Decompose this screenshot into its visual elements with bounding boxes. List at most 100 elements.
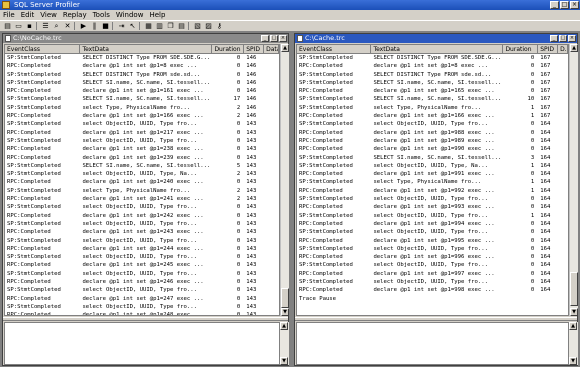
table-row[interactable]: SP:StmtCompleted select Type, PhysicalNam… <box>297 104 568 112</box>
table-row[interactable]: SP:StmtCompleted select ObjectID, UUID, T… <box>5 270 279 278</box>
tile-icon[interactable]: ▥ <box>155 22 164 30</box>
table-row[interactable]: RPC:Completed declare @p1 int set @p1=243… <box>5 228 279 236</box>
maximize-button[interactable]: □ <box>560 1 569 9</box>
table-row[interactable]: RPC:Completed declare @p1 int set @p1=166… <box>297 112 568 120</box>
table-row[interactable]: RPC:Completed declare @p1 int set @p1=239… <box>5 154 279 162</box>
properties-icon[interactable]: ☰ <box>41 22 50 30</box>
columns-icon[interactable]: ▤ <box>177 22 186 30</box>
open-icon[interactable]: ▭ <box>14 22 23 30</box>
table-row[interactable]: SP:StmtCompleted select Type, PhysicalNam… <box>5 104 279 112</box>
trace-window-nocache[interactable]: C:\NoCache.trc _ □ × EventClass TextData… <box>2 33 289 366</box>
grid-vertical-scrollbar[interactable]: ▲ ▼ <box>569 44 578 316</box>
minimize-button[interactable]: _ <box>550 1 559 9</box>
table-row[interactable]: RPC:Completed declare @p1 int set @p1=238… <box>5 145 279 153</box>
table-row[interactable]: SP:StmtCompleted SELECT SI.name, SC.name,… <box>297 79 568 87</box>
scroll-down-arrow-icon[interactable]: ▼ <box>569 357 577 365</box>
table-row[interactable]: SP:StmtCompleted SELECT SI.name, SC.name,… <box>297 95 568 103</box>
cursor-icon[interactable]: ↖ <box>128 22 137 30</box>
step-icon[interactable]: ⇥ <box>117 22 126 30</box>
table-row[interactable]: RPC:Completed declare @p1 int set @p1=993… <box>297 203 568 211</box>
window-close-button[interactable]: × <box>279 35 287 42</box>
new-trace-icon[interactable]: ▤ <box>3 22 12 30</box>
table-row[interactable]: RPC:Completed declare @p1 int set @p1=244… <box>5 245 279 253</box>
menu-replay[interactable]: Replay <box>63 10 87 20</box>
clear-icon[interactable]: ✕ <box>63 22 72 30</box>
table-row[interactable]: RPC:Completed declare @p1 int set @p1=246… <box>5 278 279 286</box>
menu-tools[interactable]: Tools <box>93 10 110 20</box>
table-row[interactable]: SP:StmtCompleted select ObjectID, UUID, T… <box>297 228 568 236</box>
column-header-spid[interactable]: SPID <box>244 45 265 53</box>
pane-splitter[interactable] <box>295 317 577 321</box>
table-row[interactable]: SP:StmtCompleted select ObjectID, UUID, T… <box>5 237 279 245</box>
table-row[interactable]: SP:StmtCompleted select ObjectID, UUID, T… <box>297 261 568 269</box>
scroll-down-arrow-icon[interactable]: ▼ <box>281 308 289 316</box>
table-row[interactable]: SP:StmtCompleted select Type, PhysicalNam… <box>5 187 279 195</box>
table-row[interactable]: RPC:Completed declare @p1 int set @p1=992… <box>297 187 568 195</box>
table-row[interactable]: SP:StmtCompleted select Type, PhysicalNam… <box>297 178 568 186</box>
window-minimize-button[interactable]: _ <box>550 35 558 42</box>
scroll-thumb[interactable] <box>570 272 578 306</box>
table-row[interactable]: RPC:Completed declare @p1 int set @p1=989… <box>297 137 568 145</box>
column-header-duration[interactable]: Duration <box>212 45 245 53</box>
scroll-up-arrow-icon[interactable]: ▲ <box>569 322 577 330</box>
column-header-spid[interactable]: SPID <box>538 45 559 53</box>
column-header-eventclass[interactable]: EventClass <box>297 45 372 53</box>
table-row[interactable]: RPC:Completed declare @p1 int set @p1=217… <box>5 129 279 137</box>
table-row[interactable]: SP:StmtCompleted select ObjectID, UUID, T… <box>5 170 279 178</box>
scroll-down-arrow-icon[interactable]: ▼ <box>280 357 288 365</box>
table-row[interactable]: RPC:Completed declare @p1 int set @p1=241… <box>5 195 279 203</box>
pane-icon[interactable]: ▦ <box>144 22 153 30</box>
window-maximize-button[interactable]: □ <box>270 35 278 42</box>
table-row[interactable]: SP:StmtCompleted SELECT DISTINCT Type FRO… <box>297 54 568 62</box>
menu-help[interactable]: Help <box>149 10 165 20</box>
trace-window-cache[interactable]: C:\Cache.trc _ □ × EventClass TextData D… <box>294 33 578 366</box>
table-row[interactable]: RPC:Completed declare @p1 int set @p1=8 e… <box>297 62 568 70</box>
table-row[interactable]: SP:StmtCompleted select ObjectID, UUID, T… <box>297 162 568 170</box>
table-row[interactable]: SP:StmtCompleted SELECT SI.name, SC.name,… <box>5 162 279 170</box>
event-detail-pane[interactable] <box>4 322 280 365</box>
scroll-up-arrow-icon[interactable]: ▲ <box>280 322 288 330</box>
table-row[interactable]: RPC:Completed declare @p1 int set @p1=988… <box>297 129 568 137</box>
window-maximize-button[interactable]: □ <box>559 35 567 42</box>
table-row[interactable]: RPC:Completed declare @p1 int set @p1=990… <box>297 145 568 153</box>
table-row[interactable]: RPC:Completed declare @p1 int set @p1=995… <box>297 237 568 245</box>
table-row[interactable]: SP:StmtCompleted select ObjectID, UUID, T… <box>5 286 279 294</box>
table-row[interactable]: RPC:Completed declare @p1 int set @p1=242… <box>5 212 279 220</box>
table-row[interactable]: RPC:Completed declare @p1 int set @p1=8 e… <box>5 62 279 70</box>
close-button[interactable]: × <box>570 1 579 9</box>
table-row[interactable]: SP:StmtCompleted select ObjectID, UUID, T… <box>297 278 568 286</box>
menu-edit[interactable]: Edit <box>21 10 35 20</box>
window-close-button[interactable]: × <box>568 35 576 42</box>
table-row[interactable]: RPC:Completed declare @p1 int set @p1=998… <box>297 286 568 294</box>
window-minimize-button[interactable]: _ <box>261 35 269 42</box>
table-row[interactable]: SP:StmtCompleted select ObjectID, UUID, T… <box>5 137 279 145</box>
table-row[interactable]: RPC:Completed declare @p1 int set @p1=166… <box>5 112 279 120</box>
table-row[interactable]: SP:StmtCompleted select ObjectID, UUID, T… <box>5 303 279 311</box>
table-row[interactable]: RPC:Completed declare @p1 int set @p1=245… <box>5 261 279 269</box>
table-row[interactable]: RPC:Completed declare @p1 int set @p1=165… <box>297 87 568 95</box>
trace-events-grid[interactable]: EventClass TextData Duration SPID Databa… <box>4 44 280 316</box>
table-row[interactable]: SP:StmtCompleted select ObjectID, UUID, T… <box>5 120 279 128</box>
table-row[interactable]: SP:StmtCompleted select ObjectID, UUID, T… <box>5 253 279 261</box>
trace-events-grid[interactable]: EventClass TextData Duration SPID D... S… <box>296 44 569 316</box>
table-row[interactable]: RPC:Completed declare @p1 int set @p1=991… <box>297 170 568 178</box>
save-icon[interactable]: ▪ <box>25 22 34 30</box>
column-header-database[interactable]: D... <box>558 45 568 53</box>
table-row[interactable]: RPC:Completed declare @p1 int set @p1=248… <box>5 311 279 315</box>
perfmon-icon[interactable]: ▧ <box>193 22 202 30</box>
window-titlebar[interactable]: C:\NoCache.trc _ □ × <box>3 34 288 43</box>
tuning-icon[interactable]: ▨ <box>204 22 213 30</box>
table-row[interactable]: RPC:Completed declare @p1 int set @p1=996… <box>297 253 568 261</box>
table-row[interactable]: SP:StmtCompleted select ObjectID, UUID, T… <box>297 120 568 128</box>
table-row[interactable]: SP:StmtCompleted select ObjectID, UUID, T… <box>5 203 279 211</box>
table-row[interactable]: RPC:Completed declare @p1 int set @p1=161… <box>5 87 279 95</box>
column-header-eventclass[interactable]: EventClass <box>5 45 81 53</box>
table-row[interactable]: RPC:Completed declare @p1 int set @p1=240… <box>5 178 279 186</box>
pane-splitter[interactable] <box>3 317 288 321</box>
menu-view[interactable]: View <box>40 10 57 20</box>
table-row[interactable]: SP:StmtCompleted select ObjectID, UUID, T… <box>297 195 568 203</box>
pause-icon[interactable]: ‖ <box>90 22 99 30</box>
table-row[interactable]: SP:StmtCompleted select ObjectID, UUID, T… <box>297 245 568 253</box>
table-row[interactable]: SP:StmtCompleted SELECT DISTINCT Type FRO… <box>5 54 279 62</box>
find-icon[interactable]: ⌕ <box>52 22 61 30</box>
